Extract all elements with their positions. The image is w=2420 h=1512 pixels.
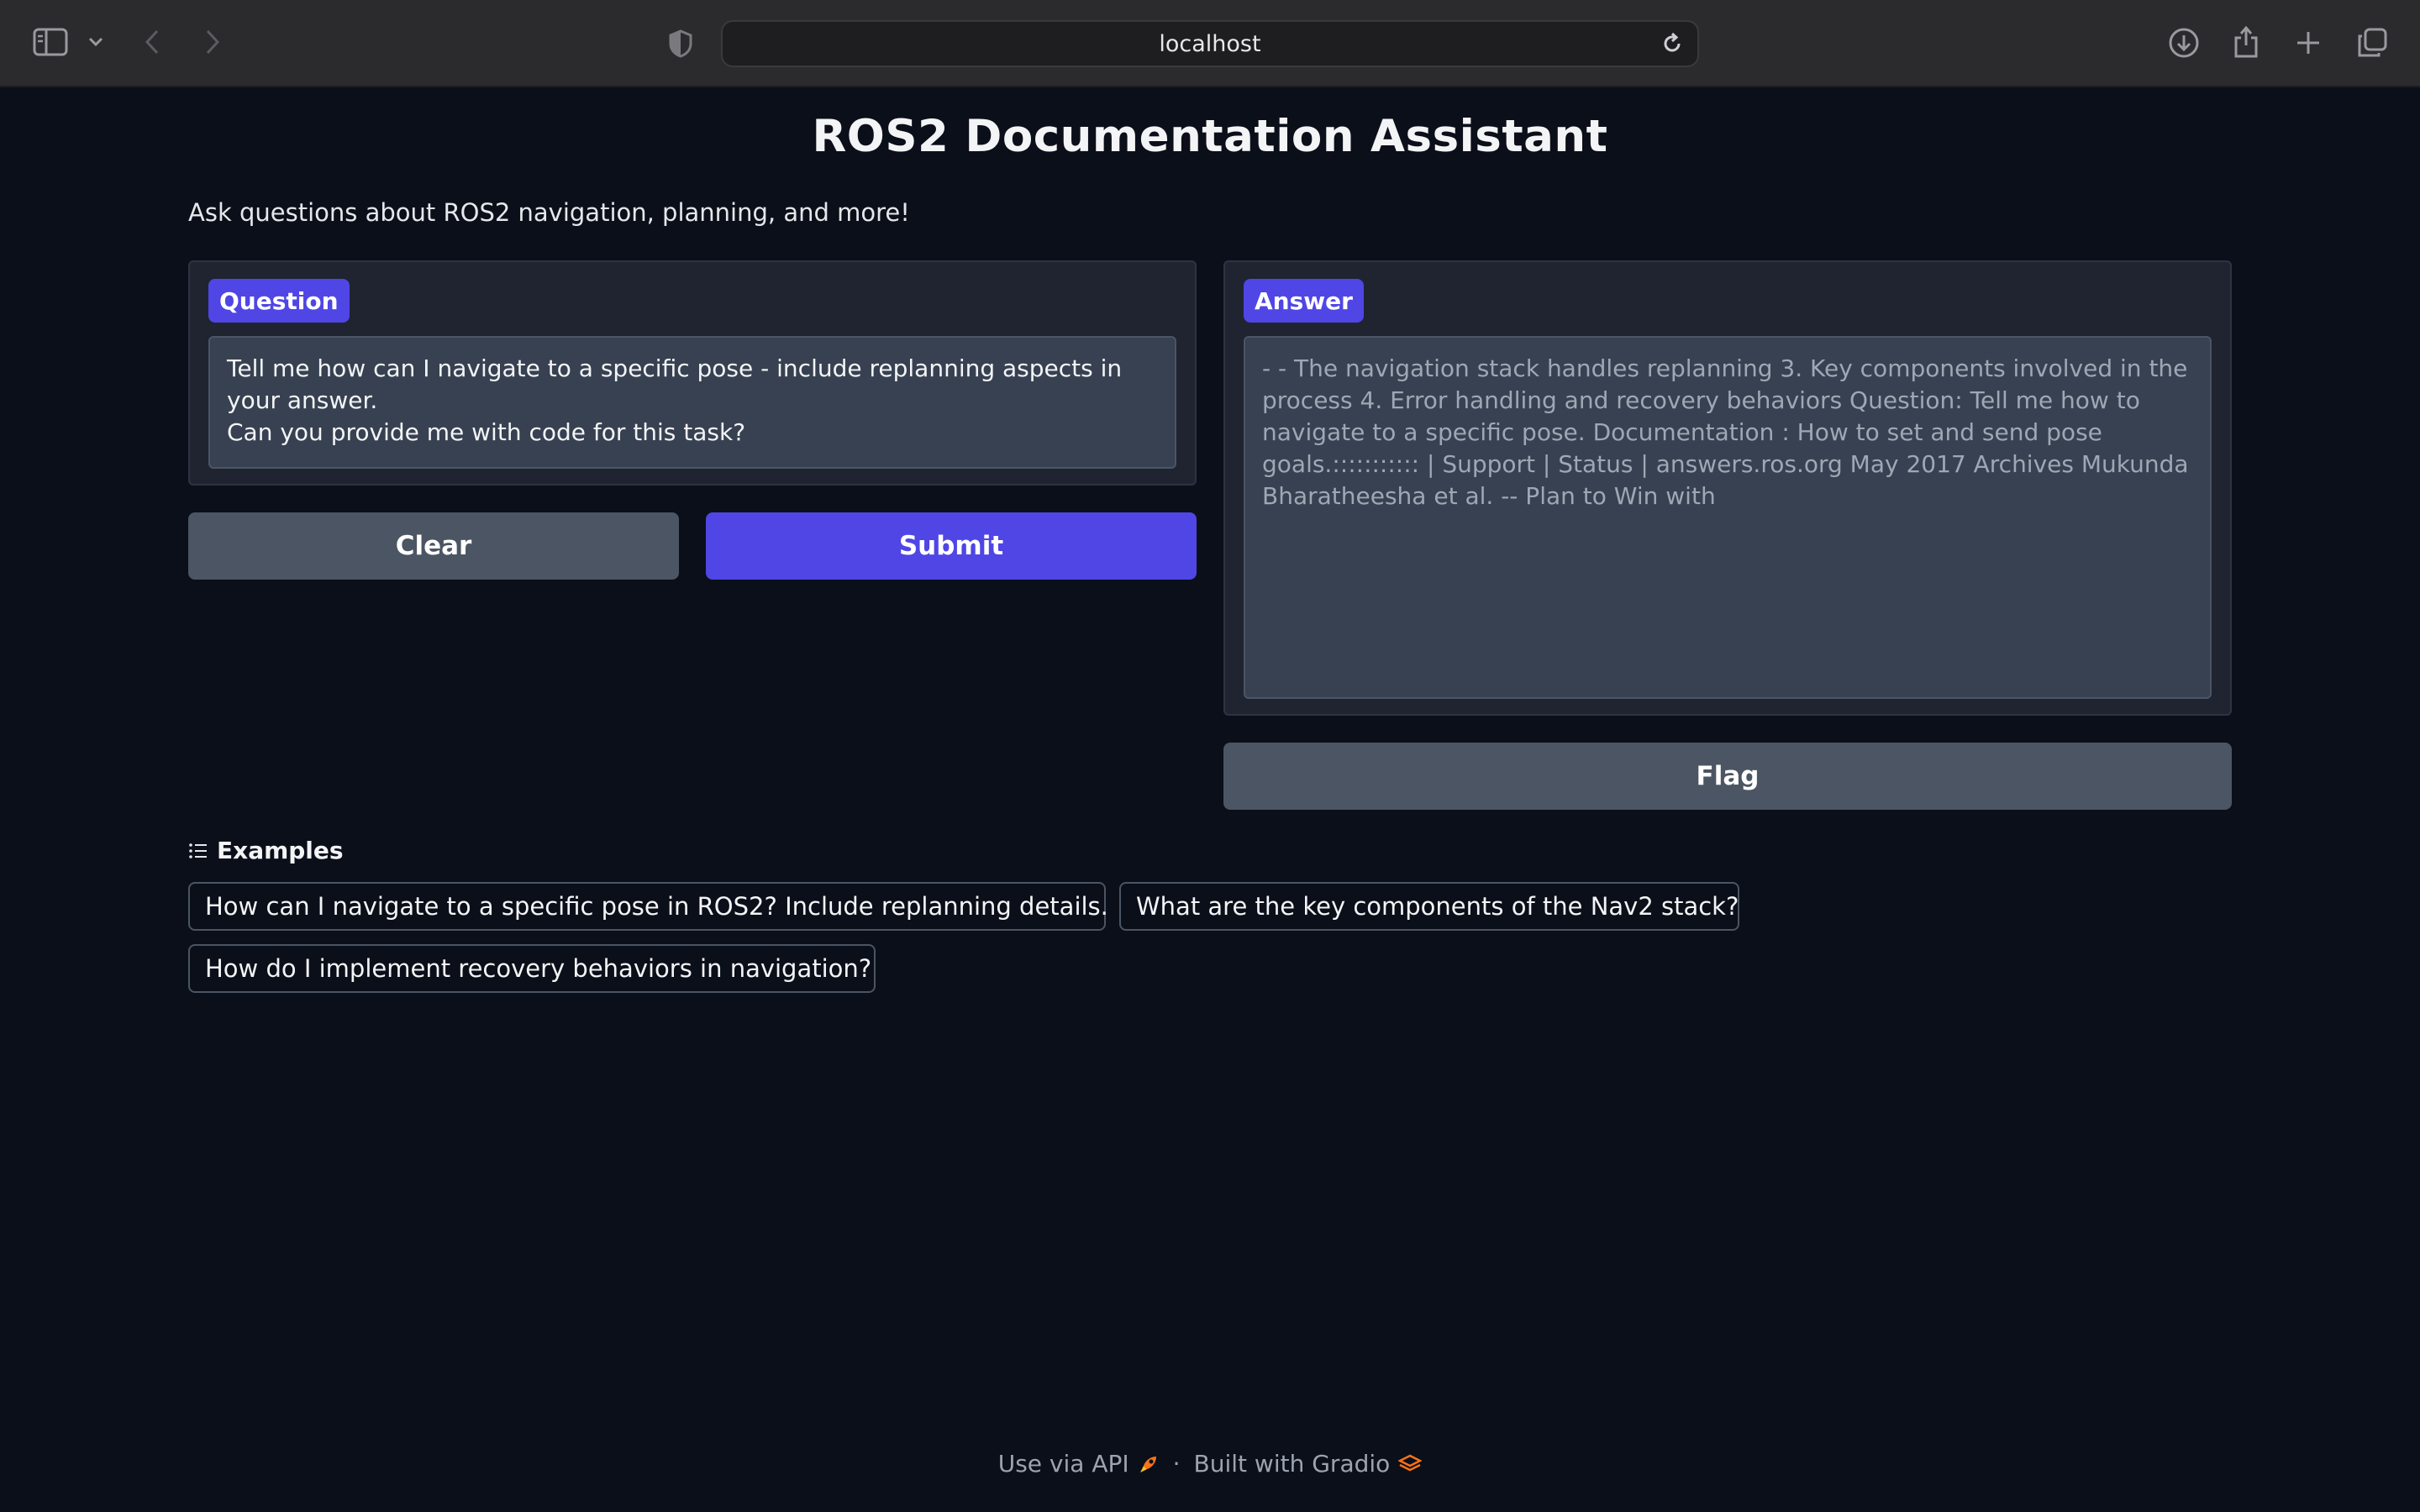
answer-panel: Answer - - The navigation stack handles … xyxy=(1223,260,2232,716)
example-item[interactable]: How can I navigate to a specific pose in… xyxy=(188,882,1108,931)
clear-button[interactable]: Clear xyxy=(188,512,679,580)
question-panel: Question Tell me how can I navigate to a… xyxy=(188,260,1197,486)
list-icon xyxy=(188,842,208,860)
footer-separator: · xyxy=(1172,1450,1181,1478)
new-tab-icon[interactable] xyxy=(2292,27,2324,59)
use-via-api-label: Use via API xyxy=(997,1450,1129,1478)
tab-overview-icon[interactable] xyxy=(2354,25,2390,60)
question-input[interactable]: Tell me how can I navigate to a specific… xyxy=(208,336,1176,469)
reload-icon[interactable] xyxy=(1659,30,1686,57)
use-via-api-link[interactable]: Use via API xyxy=(998,1450,1160,1478)
gradio-logo-icon xyxy=(1398,1454,1423,1474)
chevron-down-icon[interactable] xyxy=(86,32,106,52)
address-bar[interactable]: localhost xyxy=(721,20,1699,67)
submit-button[interactable]: Submit xyxy=(706,512,1197,580)
built-with-gradio-link[interactable]: Built with Gradio xyxy=(1194,1450,1423,1478)
sidebar-toggle-icon[interactable] xyxy=(32,27,69,57)
built-with-gradio-label: Built with Gradio xyxy=(1193,1450,1391,1478)
back-icon[interactable] xyxy=(139,25,165,59)
forward-icon[interactable] xyxy=(200,25,225,59)
download-icon[interactable] xyxy=(2166,25,2202,60)
rocket-icon xyxy=(1138,1453,1160,1475)
browser-toolbar: localhost xyxy=(0,0,2420,87)
answer-output[interactable]: - - The navigation stack handles replann… xyxy=(1244,336,2212,699)
page-subtitle: Ask questions about ROS2 navigation, pla… xyxy=(188,198,910,227)
footer: Use via API · Built with Gradio xyxy=(0,1450,2420,1478)
flag-button[interactable]: Flag xyxy=(1223,743,2232,810)
privacy-shield-icon[interactable] xyxy=(666,27,696,60)
example-item[interactable]: What are the key components of the Nav2 … xyxy=(1119,882,1739,931)
examples-header: Examples xyxy=(188,837,344,864)
question-label: Question xyxy=(208,279,350,323)
share-icon[interactable] xyxy=(2230,22,2262,60)
example-item[interactable]: How do I implement recovery behaviors in… xyxy=(188,944,876,993)
answer-label: Answer xyxy=(1244,279,1364,323)
examples-label: Examples xyxy=(217,837,344,864)
url-text: localhost xyxy=(1159,30,1261,57)
page-title: ROS2 Documentation Assistant xyxy=(812,111,1608,162)
